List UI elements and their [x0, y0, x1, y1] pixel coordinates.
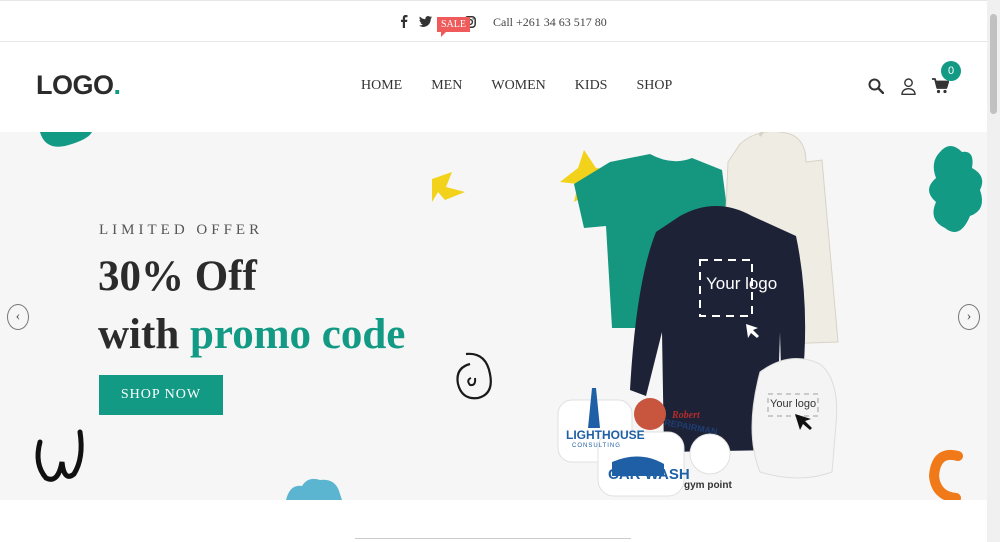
- gym-sticker: [689, 433, 731, 475]
- logo[interactable]: LOGO.: [36, 70, 121, 101]
- chevron-right-icon: ›: [966, 309, 972, 324]
- next-slide-button[interactable]: ›: [958, 304, 980, 330]
- header-icons: [867, 77, 949, 95]
- user-icon[interactable]: [899, 77, 917, 95]
- facebook-icon[interactable]: [397, 15, 410, 28]
- nav-kids[interactable]: KIDS: [575, 78, 608, 94]
- sticker-consulting-text: CONSULTING: [572, 443, 621, 449]
- hero-headline-1: 30% Off: [98, 253, 257, 300]
- main-nav: HOME MEN WOMEN KIDS SHOP: [361, 78, 672, 94]
- section-divider: [355, 538, 631, 539]
- teal-blob-top-left: [40, 132, 92, 147]
- sticker-gym-text: gym point: [684, 480, 732, 491]
- logo-text: LOGO: [36, 70, 114, 100]
- cap-logo-text: Your logo: [770, 398, 817, 410]
- sale-badge: SALE: [437, 17, 470, 37]
- site-header: LOGO. HOME MEN WOMEN KIDS SHOP: [0, 42, 987, 132]
- hero-headline-2: with promo code: [98, 310, 405, 359]
- chevron-left-icon: ‹: [15, 309, 21, 324]
- nav-shop[interactable]: SHOP: [636, 78, 672, 94]
- call-text: Call +261 34 63 517 80: [493, 15, 607, 29]
- sticker-carwash-text: CAR WASH: [608, 466, 690, 483]
- nav-women[interactable]: WOMEN: [491, 78, 545, 94]
- prev-slide-button[interactable]: ‹: [7, 304, 29, 330]
- hero-kicker: LIMITED OFFER: [99, 222, 264, 238]
- teal-blob-right: [929, 146, 983, 232]
- hero-headline-2-prefix: with: [98, 311, 190, 358]
- nav-home[interactable]: HOME: [361, 78, 402, 94]
- sweatshirt-logo-text: Your logo: [706, 274, 778, 293]
- scrollbar-thumb[interactable]: [990, 14, 997, 114]
- twitter-icon[interactable]: [419, 15, 432, 28]
- black-swirl: [456, 352, 492, 400]
- yellow-bolt: [432, 172, 465, 202]
- black-scribble: [35, 429, 84, 482]
- shop-now-button[interactable]: SHOP NOW: [99, 375, 223, 415]
- cart-count-badge: 0: [941, 61, 961, 81]
- hero-slider: Your logo Your logo LIGHTHOUSE CONSULTIN…: [0, 132, 987, 500]
- page-scrollbar[interactable]: [987, 0, 1000, 542]
- search-icon[interactable]: [867, 77, 885, 95]
- repairman-sticker: [634, 398, 666, 430]
- sticker-lighthouse-text: LIGHTHOUSE: [566, 428, 645, 442]
- orange-arc: [928, 450, 963, 500]
- top-bar: Call +261 34 63 517 80: [0, 0, 987, 42]
- hero-headline-2-accent: promo code: [189, 311, 406, 358]
- logo-dot: .: [113, 70, 122, 100]
- white-cap: [751, 358, 838, 479]
- nav-men[interactable]: MEN: [431, 78, 462, 94]
- blue-cloud: [286, 478, 342, 500]
